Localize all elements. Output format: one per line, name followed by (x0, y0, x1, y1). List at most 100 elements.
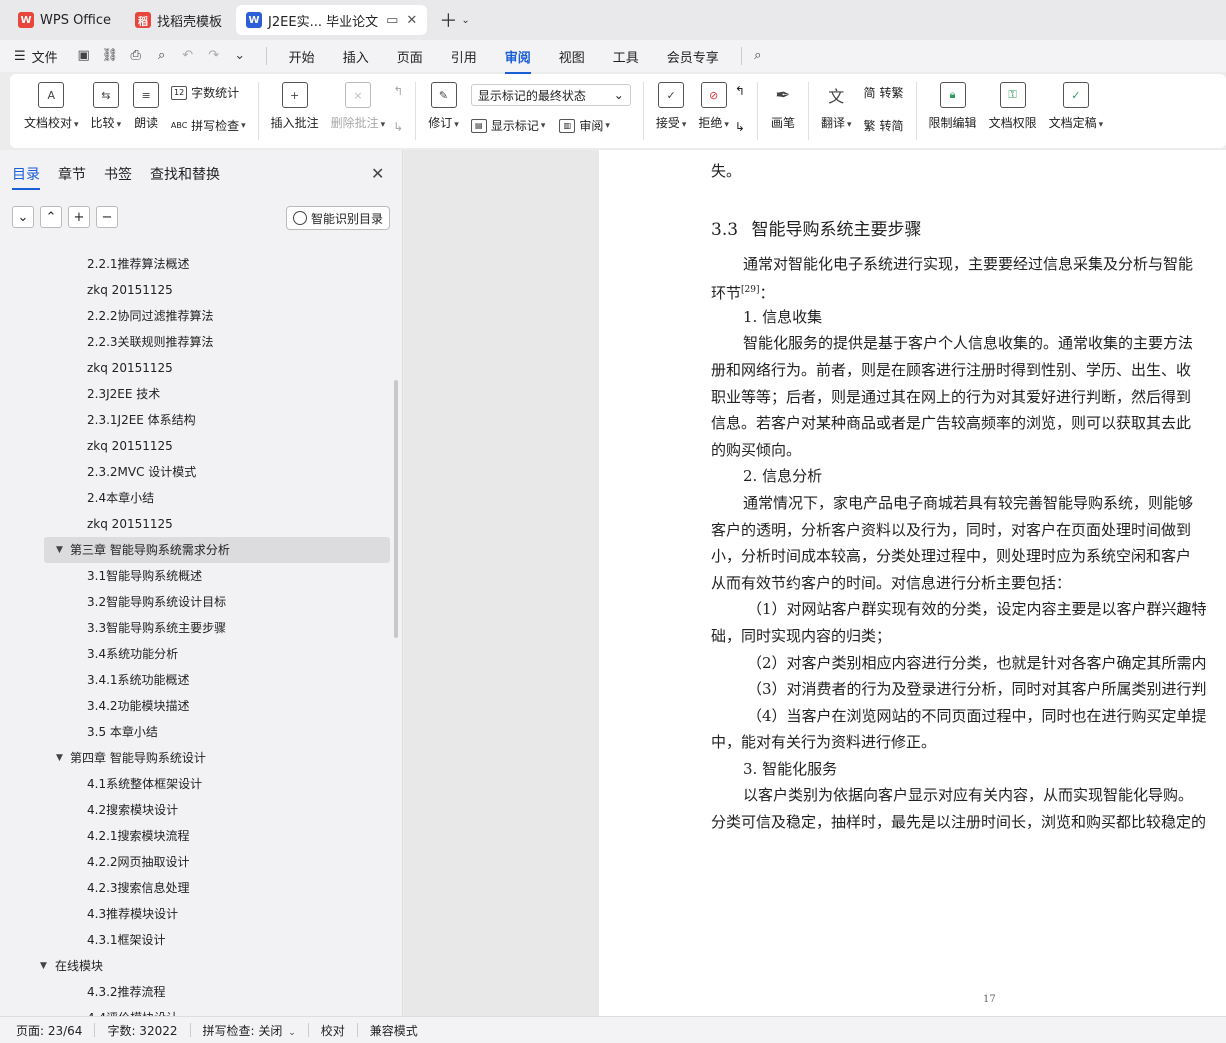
tab-insert[interactable]: 插入 (343, 47, 369, 66)
spell-check-button[interactable]: ABC 拼写检查 ▾ (171, 117, 246, 134)
expand-toggle-icon[interactable]: ▼ (56, 745, 63, 771)
to-simplified-button[interactable]: 繁转简 (864, 117, 904, 134)
toc-item[interactable]: 2.2.2协同过滤推荐算法 (0, 303, 395, 329)
toc-item[interactable]: 4.3推荐模块设计 (0, 901, 395, 927)
plus-icon[interactable]: + (68, 206, 90, 228)
smart-toc-button[interactable]: 智能识别目录 (286, 206, 390, 230)
toc-item[interactable]: 2.2.3关联规则推荐算法 (0, 329, 395, 355)
delete-comment-button[interactable]: × 删除批注 ▾ (331, 82, 385, 131)
toc-item[interactable]: 3.4.1系统功能概述 (0, 667, 395, 693)
search-icon[interactable]: ⌕ (750, 48, 766, 64)
citation-ref[interactable]: [29] (741, 285, 759, 295)
spell-check-status[interactable]: 拼写检查: 关闭 ⌄ (203, 1022, 296, 1039)
minus-icon[interactable]: − (96, 206, 118, 228)
tab-home[interactable]: 开始 (289, 47, 315, 66)
toc-item[interactable]: ▼ 在线模块 (0, 953, 395, 979)
toc-item[interactable]: 2.2.1推荐算法概述 (0, 251, 395, 277)
pen-button[interactable]: ✒ 画笔 (770, 82, 796, 131)
undo-icon[interactable]: ↶ (180, 48, 196, 64)
toc-item[interactable]: 4.2搜索模块设计 (0, 797, 395, 823)
toc-item[interactable]: zkq 20151125 (0, 355, 395, 381)
markup-state-select[interactable]: 显示标记的最终状态 ⌄ (470, 84, 631, 106)
page-indicator[interactable]: 页面: 23/64 (16, 1022, 82, 1039)
tab-toc[interactable]: 目录 (12, 164, 40, 190)
accept-button[interactable]: ✓ 接受 ▾ (656, 82, 686, 131)
chevron-down-icon[interactable]: ⌄ (461, 15, 469, 26)
tab-find-replace[interactable]: 查找和替换 (150, 164, 220, 184)
translate-button[interactable]: 文 翻译 ▾ (821, 82, 852, 131)
redo-icon[interactable]: ↷ (206, 48, 222, 64)
tab-page[interactable]: 页面 (397, 47, 423, 66)
save-icon[interactable]: ▣ (76, 48, 92, 64)
toc-item[interactable]: 2.3J2EE 技术 (0, 381, 395, 407)
toc-item[interactable]: 2.3.1J2EE 体系结构 (0, 407, 395, 433)
toc-item[interactable]: 2.4本章小结 (0, 485, 395, 511)
window-icon[interactable]: ▭ (386, 13, 398, 28)
close-icon[interactable]: ✕ (371, 164, 384, 183)
tab-references[interactable]: 引用 (451, 47, 477, 66)
toc-item[interactable]: zkq 20151125 (0, 511, 395, 537)
tab-view[interactable]: 视图 (559, 47, 585, 66)
to-traditional-button[interactable]: 简转繁 (864, 84, 904, 101)
print-preview-icon[interactable]: ⌕ (154, 48, 170, 64)
word-count-button[interactable]: 12 字数统计 (171, 84, 246, 101)
next-comment-button[interactable]: ↳ (393, 120, 403, 134)
document-body[interactable]: 失。 3.3 智能导购系统主要步骤 通常对智能化电子系统进行实现，主要要经过信息… (711, 150, 1226, 836)
toc-item[interactable]: 3.3智能导购系统主要步骤 (0, 615, 395, 641)
close-icon[interactable]: ✕ (406, 13, 417, 28)
previous-change-button[interactable]: ↰ (735, 84, 745, 98)
toc-item[interactable]: 4.3.1框架设计 (0, 927, 395, 953)
divider (189, 1023, 191, 1037)
toc-item[interactable]: 4.2.3搜索信息处理 (0, 875, 395, 901)
tab-document[interactable]: W J2EE实... 毕业论文 ▭ ✕ (236, 5, 428, 35)
compare-button[interactable]: ⇆ 比较 ▾ (91, 82, 121, 131)
share-icon[interactable]: ⛓ (102, 48, 119, 64)
insert-comment-button[interactable]: + 插入批注 (271, 82, 319, 131)
toc-item[interactable]: ▼ 第四章 智能导购系统设计 (0, 745, 395, 771)
chevron-down-icon[interactable]: ⌄ (12, 206, 34, 228)
tab-review[interactable]: 审阅 (504, 47, 531, 74)
finalize-button[interactable]: ✓ 文档定稿 ▾ (1049, 82, 1103, 131)
toc-item[interactable]: 4.3.2推荐流程 (0, 979, 395, 1005)
doc-permission-button[interactable]: ⚿ 文档权限 (989, 82, 1037, 131)
expand-toggle-icon[interactable]: ▼ (40, 953, 47, 979)
toc-item[interactable]: 3.4系统功能分析 (0, 641, 395, 667)
chevron-down-icon[interactable]: ⌄ (232, 48, 248, 64)
toc-item[interactable]: 4.2.1搜索模块流程 (0, 823, 395, 849)
chevron-up-icon[interactable]: ⌃ (40, 206, 62, 228)
new-tab-button[interactable]: ＋ (439, 7, 457, 33)
review-pane-button[interactable]: ▥ 审阅 ▾ (559, 117, 610, 134)
toc-item[interactable]: zkq 20151125 (0, 277, 395, 303)
print-icon[interactable]: ⎙ (128, 48, 144, 64)
read-aloud-button[interactable]: ≡ 朗读 (133, 82, 160, 131)
toc-item[interactable]: 4.2.2网页抽取设计 (0, 849, 395, 875)
tab-docer-templates[interactable]: 稻 找稻壳模板 (125, 5, 232, 35)
toc-item[interactable]: ▼ 第三章 智能导购系统需求分析 (44, 537, 390, 563)
proofread-button[interactable]: A 文档校对 ▾ (24, 82, 79, 131)
tab-member[interactable]: 会员专享 (667, 47, 719, 66)
hamburger-icon[interactable]: ☰ (14, 49, 26, 64)
previous-comment-button[interactable]: ↰ (393, 84, 403, 98)
tab-wps-office[interactable]: W WPS Office (8, 5, 121, 35)
tab-bookmarks[interactable]: 书签 (104, 164, 132, 184)
reject-button[interactable]: ⊘ 拒绝 ▾ (698, 82, 729, 131)
toc-item[interactable]: zkq 20151125 (0, 433, 395, 459)
next-change-button[interactable]: ↳ (735, 120, 745, 134)
toc-item[interactable]: 4.1系统整体框架设计 (0, 771, 395, 797)
show-markup-button[interactable]: ▤ 显示标记 ▾ (470, 117, 545, 134)
toc-item[interactable]: 3.2智能导购系统设计目标 (0, 589, 395, 615)
tab-tools[interactable]: 工具 (613, 47, 639, 66)
track-changes-button[interactable]: ✎ 修订 ▾ (428, 82, 459, 131)
restrict-edit-button[interactable]: 🔒︎ 限制编辑 (929, 82, 977, 131)
file-menu[interactable]: 文件 (32, 47, 58, 66)
proof-status[interactable]: 校对 (321, 1022, 345, 1039)
expand-toggle-icon[interactable]: ▼ (56, 537, 63, 563)
scrollbar[interactable] (394, 380, 398, 638)
tab-sections[interactable]: 章节 (58, 164, 86, 184)
word-count[interactable]: 字数: 32022 (107, 1022, 177, 1039)
toc-item[interactable]: 2.3.2MVC 设计模式 (0, 459, 395, 485)
toc-item[interactable]: 3.4.2功能模块描述 (0, 693, 395, 719)
divider (807, 82, 809, 140)
toc-item[interactable]: 3.5 本章小结 (0, 719, 395, 745)
toc-item[interactable]: 3.1智能导购系统概述 (0, 563, 395, 589)
